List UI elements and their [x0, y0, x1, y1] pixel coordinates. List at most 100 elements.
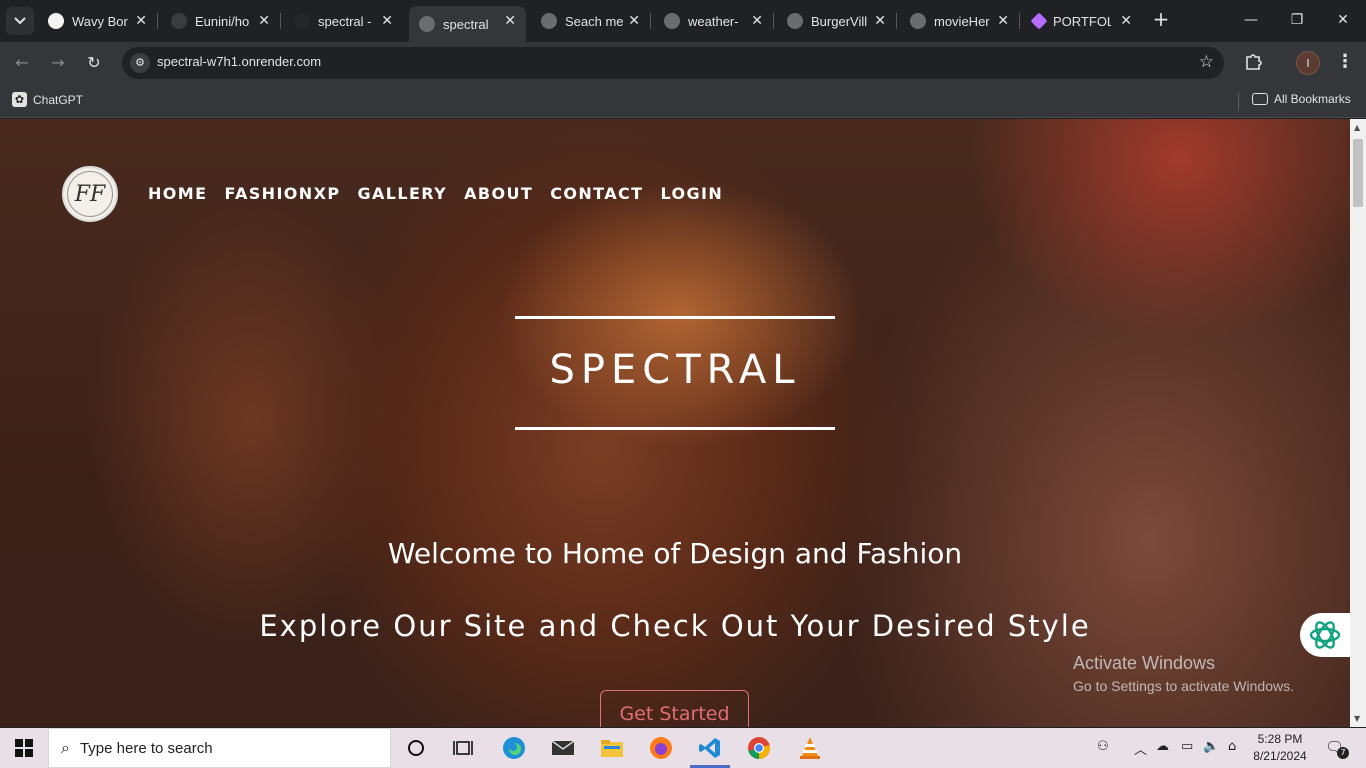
- tray-chevron-up-icon[interactable]: ︿: [1134, 739, 1147, 758]
- bookmarks-divider: [1238, 93, 1239, 111]
- tab-wavy-border[interactable]: Wavy Bor ✕: [38, 6, 158, 36]
- tab-portfolio[interactable]: PORTFOL ✕: [1023, 6, 1142, 36]
- nav-home[interactable]: HOME: [148, 184, 207, 203]
- tab-github[interactable]: Eunini/ho ✕: [161, 6, 281, 36]
- mail-envelope: [551, 740, 575, 755]
- tab-separator: [157, 13, 158, 29]
- nav-login[interactable]: LOGIN: [660, 184, 723, 203]
- main-nav: HOME FASHIONXP GALLERY ABOUT CONTACT LOG…: [148, 184, 723, 203]
- chrome-logo: [748, 737, 770, 759]
- close-icon[interactable]: ✕: [135, 13, 147, 29]
- system-clock[interactable]: 5:28 PM 8/21/2024: [1248, 731, 1312, 765]
- task-view-icon[interactable]: [449, 734, 477, 762]
- network-icon[interactable]: ⌂: [1228, 739, 1236, 754]
- vlc-icon[interactable]: [796, 734, 824, 762]
- reload-icon[interactable]: ↻: [82, 51, 106, 75]
- window-close-icon[interactable]: ✕: [1320, 0, 1366, 40]
- restore-icon[interactable]: ❐: [1274, 0, 1320, 40]
- tab-search-me[interactable]: Seach me ✕: [531, 6, 651, 36]
- minimize-icon[interactable]: —: [1228, 0, 1274, 40]
- url-text[interactable]: spectral-w7h1.onrender.com: [157, 54, 321, 69]
- close-icon[interactable]: ✕: [381, 13, 393, 29]
- forward-arrow-icon[interactable]: →: [46, 51, 70, 75]
- tab-title: movieHer: [934, 13, 990, 29]
- new-tab-plus-icon[interactable]: +: [1150, 8, 1172, 30]
- nav-gallery[interactable]: GALLERY: [357, 184, 447, 203]
- close-icon[interactable]: ✕: [1120, 13, 1132, 29]
- profile-avatar[interactable]: I: [1296, 51, 1320, 75]
- tab-burgerville[interactable]: BurgerVill ✕: [777, 6, 897, 36]
- people-icon[interactable]: ⚇: [1097, 739, 1109, 754]
- bookmarks-bar: ✿ ChatGPT All Bookmarks: [0, 84, 1366, 118]
- watermark-subtitle: Go to Settings to activate Windows.: [1073, 678, 1294, 694]
- tab-weather[interactable]: weather- ✕: [654, 6, 774, 36]
- onedrive-icon[interactable]: ☁: [1156, 739, 1169, 754]
- nav-about[interactable]: ABOUT: [464, 184, 533, 203]
- notification-badge: 7: [1337, 747, 1349, 759]
- tab-spectral-active[interactable]: spectral ✕: [409, 6, 526, 42]
- clock-date: 8/21/2024: [1253, 749, 1307, 763]
- tab-separator: [896, 13, 897, 29]
- search-placeholder: Type here to search: [79, 739, 213, 757]
- globe-icon: [48, 13, 64, 29]
- scroll-down-arrow-icon[interactable]: ▼: [1354, 714, 1360, 723]
- file-explorer-icon[interactable]: [598, 734, 626, 762]
- site-logo[interactable]: FF: [62, 166, 118, 222]
- nav-fashionxp[interactable]: FASHIONXP: [224, 184, 340, 203]
- extensions-puzzle-icon[interactable]: [1244, 52, 1266, 74]
- page-scrollbar[interactable]: ▲ ▼: [1350, 119, 1366, 727]
- vscode-icon[interactable]: [696, 734, 724, 762]
- tab-title: Eunini/ho: [195, 13, 250, 29]
- close-icon[interactable]: ✕: [997, 13, 1009, 29]
- tab-spectral-render[interactable]: spectral - ✕: [284, 6, 403, 36]
- more-menu-icon[interactable]: ⋮: [1336, 51, 1354, 72]
- globe-icon: [419, 16, 435, 32]
- puzzle-shape: [1246, 54, 1262, 70]
- chatgpt-icon: ✿: [12, 92, 27, 107]
- cortana-icon[interactable]: [402, 734, 430, 762]
- cortana-ring: [408, 740, 424, 756]
- battery-icon[interactable]: ▭: [1181, 739, 1193, 754]
- tab-title: Seach me: [565, 13, 623, 29]
- all-bookmarks-button[interactable]: All Bookmarks: [1252, 92, 1351, 106]
- chatbot-icon: [1309, 621, 1341, 649]
- tab-title: BurgerVill: [811, 13, 868, 29]
- tab-search-button[interactable]: [6, 7, 34, 35]
- address-bar[interactable]: ⚙ spectral-w7h1.onrender.com ☆: [122, 47, 1224, 79]
- brand-rule-bottom: [515, 427, 835, 430]
- chrome-icon[interactable]: [745, 734, 773, 762]
- firefox-icon[interactable]: [647, 734, 675, 762]
- activate-windows-watermark: Activate Windows Go to Settings to activ…: [1073, 653, 1294, 694]
- scroll-up-arrow-icon[interactable]: ▲: [1354, 123, 1360, 132]
- brand-title: SPECTRAL: [549, 347, 801, 393]
- site-info-icon[interactable]: ⚙: [130, 53, 150, 73]
- tab-separator: [773, 13, 774, 29]
- get-started-button[interactable]: Get Started: [600, 690, 749, 727]
- volume-icon[interactable]: 🔈: [1203, 739, 1219, 754]
- chat-widget-button[interactable]: [1300, 613, 1350, 657]
- scroll-thumb[interactable]: [1353, 139, 1363, 207]
- windows-logo: [15, 739, 33, 757]
- mail-icon[interactable]: [549, 734, 577, 762]
- taskbar-search-box[interactable]: ⌕ Type here to search: [48, 728, 391, 768]
- browser-toolbar: ← → ↻ ⚙ spectral-w7h1.onrender.com ☆ I ⋮: [0, 42, 1366, 84]
- edge-icon[interactable]: [500, 734, 528, 762]
- bookmark-chatgpt[interactable]: ✿ ChatGPT: [12, 92, 83, 107]
- tab-strip: Wavy Bor ✕ Eunini/ho ✕ spectral - ✕ spec…: [0, 0, 1366, 42]
- globe-icon: [664, 13, 680, 29]
- notification-center-icon[interactable]: 🗨 7: [1325, 738, 1349, 759]
- back-arrow-icon[interactable]: ←: [10, 51, 34, 75]
- windows-start-icon[interactable]: [0, 728, 48, 768]
- search-icon: ⌕: [61, 738, 70, 757]
- bookmark-star-icon[interactable]: ☆: [1199, 52, 1214, 72]
- close-icon[interactable]: ✕: [628, 13, 640, 29]
- tab-title: weather-: [688, 13, 739, 29]
- nav-contact[interactable]: CONTACT: [550, 184, 643, 203]
- close-icon[interactable]: ✕: [874, 13, 886, 29]
- close-icon[interactable]: ✕: [504, 13, 516, 29]
- chevron-down-icon: [14, 17, 26, 25]
- tab-separator: [1019, 13, 1020, 29]
- tab-moviehero[interactable]: movieHer ✕: [900, 6, 1020, 36]
- close-icon[interactable]: ✕: [258, 13, 270, 29]
- close-icon[interactable]: ✕: [751, 13, 763, 29]
